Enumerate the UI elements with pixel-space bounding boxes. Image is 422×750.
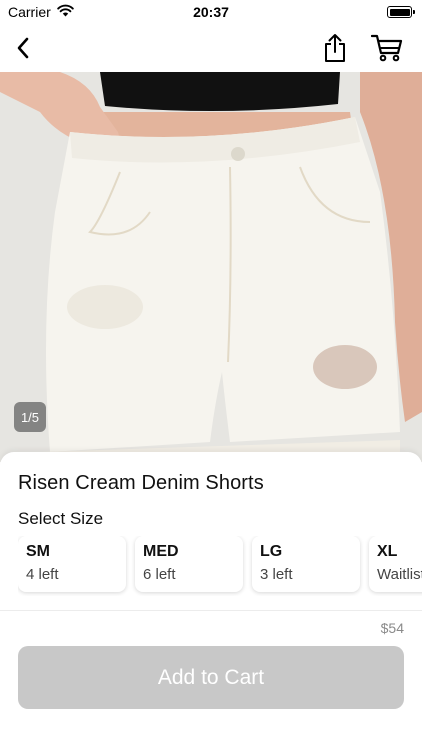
product-info-sheet: Risen Cream Denim Shorts Select Size SM … bbox=[0, 452, 422, 750]
size-name: MED bbox=[143, 543, 179, 560]
size-stock: 6 left bbox=[143, 566, 176, 583]
chevron-left-icon bbox=[17, 37, 29, 59]
size-option-sm[interactable]: SM 4 left bbox=[18, 536, 126, 592]
product-title: Risen Cream Denim Shorts bbox=[18, 472, 264, 494]
image-counter: 1/5 bbox=[14, 402, 46, 432]
share-icon bbox=[325, 34, 345, 62]
product-image-gallery[interactable]: 1/5 bbox=[0, 72, 422, 462]
size-name: SM bbox=[26, 543, 50, 560]
size-option-xl[interactable]: XL Waitlist bbox=[369, 536, 422, 592]
product-detail-screen: Carrier 20:37 1/5 Risen Cream Denim Shor… bbox=[0, 0, 422, 750]
cart-button[interactable] bbox=[370, 31, 404, 65]
nav-actions bbox=[318, 31, 404, 65]
wifi-icon bbox=[57, 4, 74, 20]
size-heading: Select Size bbox=[18, 509, 104, 528]
divider bbox=[0, 610, 422, 611]
status-left: Carrier bbox=[8, 4, 74, 20]
price-label: $54 bbox=[380, 620, 404, 636]
size-selector[interactable]: SM 4 left MED 6 left LG 3 left XL Waitli… bbox=[18, 536, 422, 596]
size-option-lg[interactable]: LG 3 left bbox=[252, 536, 360, 592]
carrier-label: Carrier bbox=[8, 4, 51, 20]
size-option-med[interactable]: MED 6 left bbox=[135, 536, 243, 592]
nav-bar bbox=[0, 24, 422, 72]
size-name: XL bbox=[377, 543, 398, 560]
add-to-cart-button[interactable]: Add to Cart bbox=[18, 646, 404, 709]
size-name: LG bbox=[260, 543, 283, 560]
cart-icon bbox=[371, 34, 403, 62]
product-photo bbox=[0, 72, 422, 462]
status-bar: Carrier 20:37 bbox=[0, 0, 422, 24]
back-button[interactable] bbox=[6, 31, 40, 65]
size-stock: Waitlist bbox=[377, 566, 422, 583]
battery-icon bbox=[387, 6, 415, 18]
size-stock: 4 left bbox=[26, 566, 59, 583]
size-stock: 3 left bbox=[260, 566, 293, 583]
share-button[interactable] bbox=[318, 31, 352, 65]
